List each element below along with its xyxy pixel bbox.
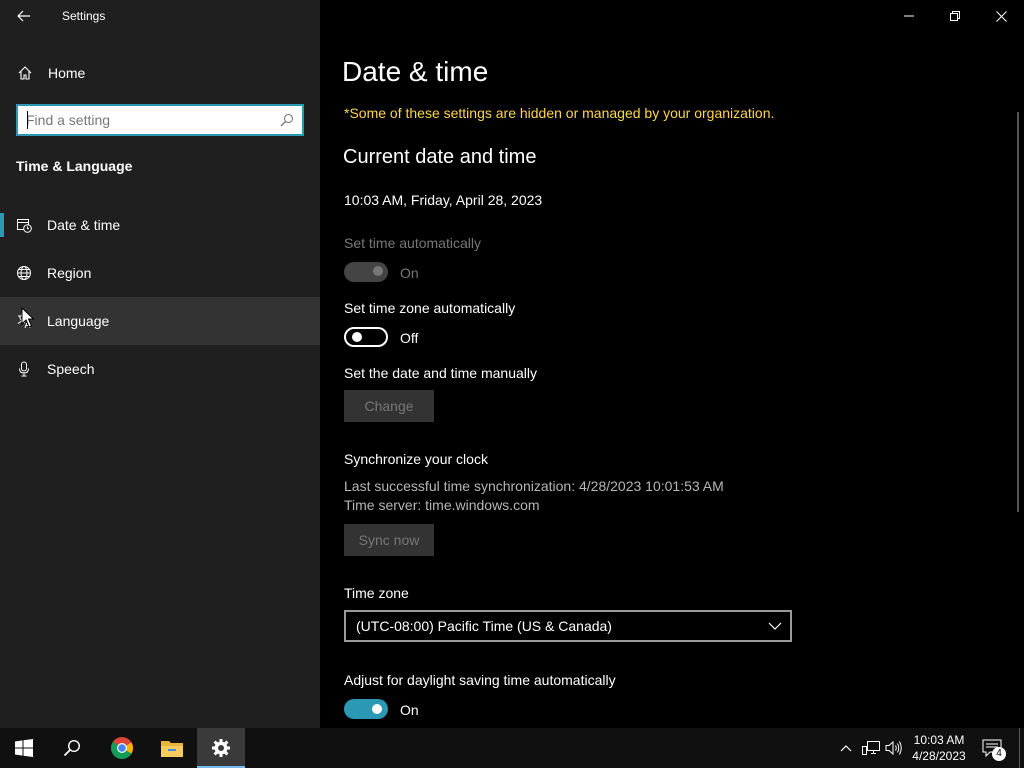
show-desktop-button[interactable] <box>1019 728 1020 768</box>
globe-icon <box>17 266 31 280</box>
toggle-knob <box>373 266 383 276</box>
current-datetime: 10:03 AM, Friday, April 28, 2023 <box>344 192 543 208</box>
sidebar-item-date-time[interactable]: Date & time <box>0 201 320 249</box>
sidebar-home-label: Home <box>48 65 86 81</box>
dst-label: Adjust for daylight saving time automati… <box>344 672 616 688</box>
volume-button[interactable] <box>884 738 904 758</box>
sync-clock-label: Synchronize your clock <box>344 451 488 467</box>
taskbar-settings[interactable] <box>197 728 245 768</box>
section-heading: Current date and time <box>343 146 537 168</box>
sidebar-item-label: Language <box>47 313 110 329</box>
set-tz-auto-state: Off <box>400 330 419 346</box>
title-bar: Settings <box>0 0 320 32</box>
sync-now-button[interactable]: Sync now <box>344 524 434 556</box>
section-title: Time & Language <box>16 158 133 174</box>
set-time-auto-label: Set time automatically <box>344 235 481 251</box>
scrollbar[interactable] <box>1017 112 1019 512</box>
chevron-up-icon <box>840 745 852 752</box>
time-zone-dropdown[interactable]: (UTC-08:00) Pacific Time (US & Canada) <box>344 610 792 642</box>
time-zone-value: (UTC-08:00) Pacific Time (US & Canada) <box>356 618 612 634</box>
close-button[interactable] <box>978 0 1024 32</box>
clock-date: 4/28/2023 <box>912 749 966 763</box>
volume-icon <box>885 740 902 756</box>
toggle-knob <box>372 704 382 714</box>
sidebar-item-language[interactable]: Language <box>0 297 320 345</box>
sidebar-home[interactable]: Home <box>0 56 320 90</box>
microphone-icon <box>19 361 29 377</box>
toggle-knob <box>352 332 362 342</box>
change-button[interactable]: Change <box>344 390 434 422</box>
dst-toggle[interactable] <box>344 699 388 719</box>
search-box[interactable] <box>16 104 304 136</box>
minimize-button[interactable] <box>886 0 932 32</box>
taskbar-clock[interactable]: 10:03 AM 4/28/2023 <box>906 732 972 764</box>
taskbar-search-button[interactable] <box>48 728 96 768</box>
date-time-icon <box>17 219 32 233</box>
manual-datetime-label: Set the date and time manually <box>344 365 538 381</box>
dst-state: On <box>400 702 419 718</box>
start-button[interactable] <box>0 728 48 768</box>
back-button[interactable] <box>10 4 38 28</box>
close-icon <box>995 10 1007 22</box>
search-icon[interactable] <box>280 113 294 127</box>
sidebar-item-label: Region <box>47 265 92 281</box>
file-explorer-icon <box>161 741 183 757</box>
taskbar-file-explorer[interactable] <box>148 728 196 768</box>
taskbar: 10:03 AM 4/28/2023 4 <box>0 728 1024 768</box>
set-time-auto-state: On <box>400 265 419 281</box>
last-sync-text: Last successful time synchronization: 4/… <box>344 478 724 494</box>
sidebar: Settings Home Time & Language Date & tim… <box>0 0 320 728</box>
start-icon <box>15 739 33 757</box>
active-indicator <box>0 213 4 237</box>
search-icon <box>63 739 81 757</box>
back-arrow-icon <box>17 10 30 22</box>
set-time-auto-toggle <box>344 262 388 282</box>
time-zone-label: Time zone <box>344 585 409 601</box>
sidebar-item-speech[interactable]: Speech <box>0 345 320 393</box>
chrome-icon <box>111 737 133 759</box>
sidebar-item-region[interactable]: Region <box>0 249 320 297</box>
restore-icon <box>950 11 960 21</box>
home-icon <box>18 66 32 80</box>
settings-icon <box>212 739 230 757</box>
search-input[interactable] <box>26 111 266 129</box>
set-tz-auto-toggle[interactable] <box>344 327 388 347</box>
mouse-cursor-icon <box>21 307 35 328</box>
taskbar-chrome[interactable] <box>98 728 146 768</box>
network-button[interactable] <box>861 738 881 758</box>
chevron-down-icon <box>768 622 782 630</box>
org-notice: *Some of these settings are hidden or ma… <box>344 105 775 121</box>
text-caret <box>27 111 28 129</box>
sidebar-item-label: Date & time <box>47 217 121 233</box>
sidebar-item-label: Speech <box>47 361 95 377</box>
network-icon <box>862 741 880 755</box>
notification-badge: 4 <box>992 747 1006 761</box>
time-server-text: Time server: time.windows.com <box>344 497 540 513</box>
minimize-icon <box>904 15 914 17</box>
main-content: Date & time *Some of these settings are … <box>320 0 1024 728</box>
page-title: Date & time <box>342 56 489 87</box>
set-tz-auto-label: Set time zone automatically <box>344 300 516 316</box>
show-hidden-icons-button[interactable] <box>836 738 856 758</box>
clock-time: 10:03 AM <box>913 733 965 747</box>
app-title: Settings <box>62 9 106 23</box>
restore-button[interactable] <box>932 0 978 32</box>
